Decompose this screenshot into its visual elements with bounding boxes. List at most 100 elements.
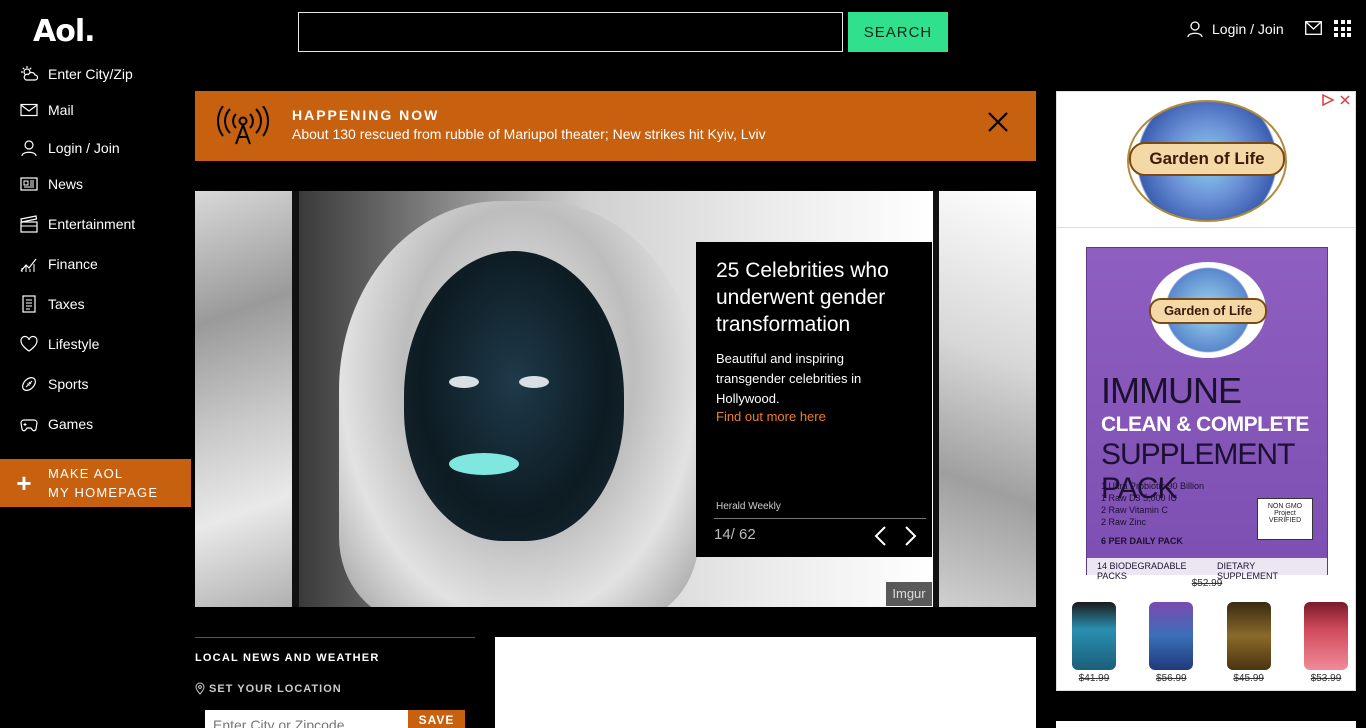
caption-divider bbox=[714, 518, 926, 519]
product-box-image[interactable]: Garden of Life IMMUNE CLEAN & COMPLETE S… bbox=[1086, 247, 1328, 581]
sports-icon bbox=[22, 377, 36, 391]
sidebar-item-label: Games bbox=[48, 416, 94, 432]
advertisement[interactable]: Garden of Life Garden of Life IMMUNE CLE… bbox=[1056, 91, 1356, 691]
user-icon bbox=[21, 140, 37, 157]
ad-product-item[interactable]: $53.99 bbox=[1303, 602, 1349, 684]
slide-caption: 25 Celebrities who underwent gender tran… bbox=[696, 242, 932, 557]
sidebar-item-sports[interactable]: Sports bbox=[20, 375, 88, 393]
chevron-right-icon[interactable] bbox=[904, 525, 918, 547]
search-button[interactable]: SEARCH bbox=[848, 12, 948, 52]
sidebar-item-games[interactable]: Games bbox=[20, 415, 93, 433]
set-location-label: SET YOUR LOCATION bbox=[195, 682, 342, 695]
mail-icon[interactable] bbox=[1305, 21, 1322, 35]
slide-description: Beautiful and inspiring transgender cele… bbox=[716, 351, 862, 406]
product-name: IMMUNE bbox=[1101, 370, 1242, 411]
find-out-more-link[interactable]: Find out more here bbox=[716, 409, 826, 424]
packs-text: 14 BIODEGRADABLE PACKS bbox=[1097, 561, 1187, 581]
image-credit: Imgur bbox=[886, 582, 932, 606]
sidebar-item-label: News bbox=[48, 176, 84, 192]
entertainment-icon bbox=[20, 215, 38, 233]
mail-icon bbox=[20, 103, 38, 117]
ingredient: 2 Raw Vitamin C bbox=[1101, 505, 1168, 515]
slide-photo-eye bbox=[449, 376, 479, 388]
search-input[interactable] bbox=[298, 12, 843, 52]
product-price: $53.99 bbox=[1310, 673, 1342, 684]
aol-logo[interactable]: Aol. bbox=[33, 14, 96, 49]
ingredient: 1 Ultra Probiotic 90 Billion bbox=[1101, 481, 1205, 491]
slide-photo-mouth bbox=[449, 453, 519, 475]
sidebar-item-finance[interactable]: Finance bbox=[20, 255, 98, 273]
non-gmo-badge: NON GMO Project VERIFIED bbox=[1257, 498, 1313, 540]
heart-icon bbox=[20, 335, 38, 352]
zipcode-input[interactable] bbox=[205, 710, 408, 728]
product-tagline: CLEAN & COMPLETE bbox=[1101, 413, 1309, 436]
taxes-icon bbox=[22, 295, 36, 313]
slide-image-next[interactable] bbox=[939, 191, 1036, 607]
make-homepage-line1: MAKE AOL bbox=[48, 466, 124, 481]
set-location-text: SET YOUR LOCATION bbox=[209, 682, 342, 695]
product-footer: 14 BIODEGRADABLE PACKS DIETARY SUPPLEMEN… bbox=[1087, 558, 1327, 581]
make-homepage-label: MAKE AOL MY HOMEPAGE bbox=[48, 464, 158, 502]
make-homepage-line2: MY HOMEPAGE bbox=[48, 485, 159, 500]
games-icon bbox=[20, 419, 38, 432]
dietary-text: DIETARY SUPPLEMENT bbox=[1217, 561, 1279, 581]
sidebar-item-login[interactable]: Login / Join bbox=[20, 139, 120, 157]
plus-icon: + bbox=[16, 468, 32, 498]
content-panel bbox=[495, 637, 1036, 728]
broadcast-icon bbox=[217, 106, 269, 145]
banner-headline[interactable]: About 130 rescued from rubble of Mariupo… bbox=[292, 126, 766, 142]
local-news-divider bbox=[195, 637, 475, 638]
weather-icon bbox=[21, 66, 38, 81]
ingredient: 1 Raw D3 5,000 IU bbox=[1101, 493, 1178, 503]
save-location-button[interactable]: SAVE bbox=[408, 710, 465, 728]
product-bottle-image bbox=[1226, 602, 1271, 670]
breaking-news-banner[interactable]: HAPPENING NOW About 130 rescued from rub… bbox=[195, 91, 1036, 161]
product-bottle-image bbox=[1149, 602, 1194, 670]
header-login-link[interactable]: Login / Join bbox=[1186, 20, 1284, 38]
ingredient: 2 Raw Zinc bbox=[1101, 517, 1147, 527]
slide-photo-face bbox=[404, 251, 624, 541]
sidebar-item-taxes[interactable]: Taxes bbox=[20, 295, 85, 313]
ad-product-row: $41.99 $56.99 $45.99 $53.99 bbox=[1071, 602, 1349, 684]
apps-grid-icon[interactable] bbox=[1334, 20, 1351, 37]
sidebar-item-label: Entertainment bbox=[48, 216, 136, 232]
slide-title[interactable]: 25 Celebrities who underwent gender tran… bbox=[716, 257, 926, 338]
chevron-left-icon[interactable] bbox=[873, 525, 887, 547]
second-ad-slot bbox=[1056, 721, 1356, 728]
product-price: $45.99 bbox=[1233, 673, 1264, 684]
brand-logo-text: Garden of Life bbox=[1129, 142, 1285, 176]
sidebar-item-mail[interactable]: Mail bbox=[20, 101, 74, 119]
user-icon bbox=[1187, 21, 1203, 38]
ad-choices-icon[interactable] bbox=[1321, 94, 1351, 106]
banner-heading: HAPPENING NOW bbox=[292, 107, 440, 123]
local-news-title: LOCAL NEWS AND WEATHER bbox=[195, 652, 380, 664]
make-homepage-button[interactable]: + MAKE AOL MY HOMEPAGE bbox=[0, 459, 191, 507]
product-price: $56.99 bbox=[1156, 673, 1187, 684]
ad-product-item[interactable]: $56.99 bbox=[1148, 602, 1194, 684]
product-price: $41.99 bbox=[1078, 673, 1110, 684]
sidebar-item-label: Login / Join bbox=[48, 140, 120, 156]
product-bottle-image bbox=[1072, 602, 1116, 670]
location-pin-icon bbox=[195, 682, 205, 695]
product-price: $52.99 bbox=[1191, 578, 1223, 589]
product-bottle-image bbox=[1303, 602, 1348, 670]
sidebar-item-news[interactable]: News bbox=[20, 175, 83, 193]
sidebar-item-label: Taxes bbox=[48, 296, 85, 312]
ad-product-item[interactable]: $45.99 bbox=[1226, 602, 1272, 684]
ad-product-item[interactable]: $41.99 bbox=[1071, 602, 1117, 684]
ad-divider bbox=[1057, 227, 1355, 228]
sidebar-item-label: Sports bbox=[48, 376, 89, 392]
sidebar-item-weather[interactable]: Enter City/Zip bbox=[20, 65, 133, 83]
slide-counter: 14/ 62 bbox=[714, 526, 756, 543]
slide-source: Herald Weekly bbox=[716, 501, 781, 512]
product-ingredients: 1 Ultra Probiotic 90 Billion 1 Raw D3 5,… bbox=[1101, 480, 1204, 528]
news-icon bbox=[20, 177, 38, 191]
header-login-label: Login / Join bbox=[1212, 21, 1284, 37]
slide-photo-eye bbox=[519, 376, 549, 388]
sidebar-item-entertainment[interactable]: Entertainment bbox=[20, 215, 135, 233]
slide-image-previous[interactable] bbox=[195, 191, 292, 607]
sidebar-item-lifestyle[interactable]: Lifestyle bbox=[20, 335, 99, 353]
product-brand-text: Garden of Life bbox=[1149, 298, 1267, 324]
close-icon[interactable] bbox=[988, 112, 1008, 132]
finance-icon bbox=[20, 258, 37, 272]
